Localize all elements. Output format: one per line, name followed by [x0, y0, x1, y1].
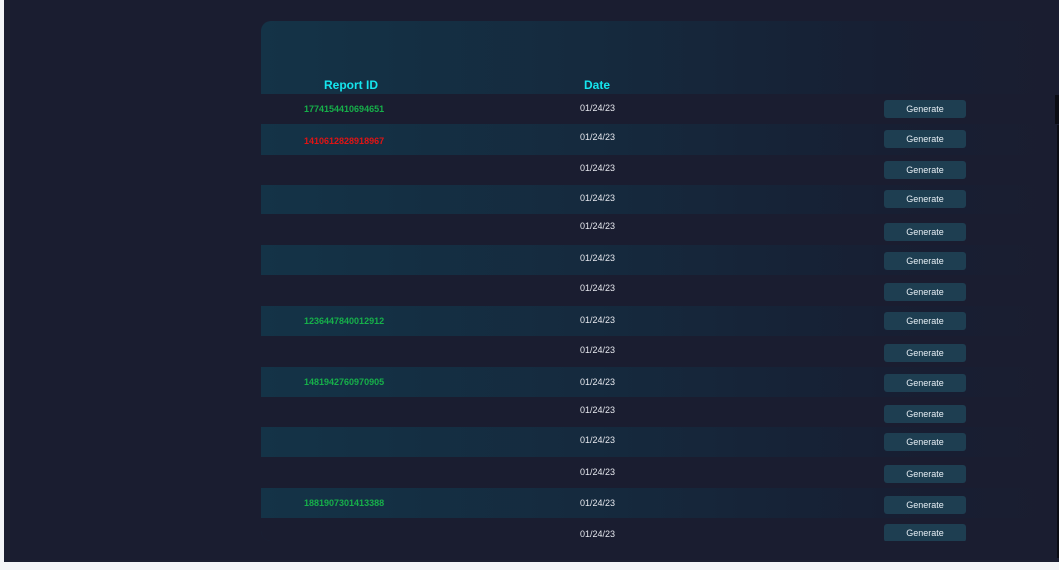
generate-button[interactable]: Generate — [884, 161, 966, 179]
report-id-cell: 1410612828918967 — [304, 136, 385, 146]
column-header-report-id: Report ID — [324, 78, 378, 92]
table-row: 01/24/23 Generate — [261, 336, 1059, 367]
generate-button[interactable]: Generate — [884, 283, 966, 301]
scrollbar-mark — [1055, 95, 1059, 124]
date-cell: 01/24/23 — [580, 221, 616, 231]
report-id-cell: 1481942760970905 — [304, 377, 385, 387]
date-cell: 01/24/23 — [580, 163, 616, 173]
date-cell: 01/24/23 — [580, 253, 616, 263]
date-cell: 01/24/23 — [580, 405, 616, 415]
generate-button[interactable]: Generate — [884, 405, 966, 423]
table-row: 01/24/23 Generate — [261, 155, 1059, 185]
date-cell: 01/24/23 — [580, 193, 616, 203]
generate-button[interactable]: Generate — [884, 252, 966, 270]
report-id-cell: 1236447840012912 — [304, 316, 385, 326]
date-cell: 01/24/23 — [580, 132, 616, 142]
generate-button[interactable]: Generate — [884, 524, 966, 541]
table-row: 1236447840012912 01/24/23 Generate — [261, 306, 1059, 336]
app-window: Report ID Date 1774154410694651 01/24/23 G… — [4, 0, 1059, 562]
table-row: 01/24/23 Generate — [261, 185, 1059, 214]
table-row: 01/24/23 Generate — [261, 214, 1059, 245]
generate-button[interactable]: Generate — [884, 344, 966, 362]
table-header: Report ID Date — [261, 21, 1059, 94]
date-cell: 01/24/23 — [580, 345, 616, 355]
generate-button[interactable]: Generate — [884, 130, 966, 148]
generate-button[interactable]: Generate — [884, 190, 966, 208]
table-row: 01/24/23 Generate — [261, 275, 1059, 306]
generate-button[interactable]: Generate — [884, 223, 966, 241]
table-row: 1881907301413388 01/24/23 Generate — [261, 488, 1059, 518]
reports-table: Report ID Date 1774154410694651 01/24/23 G… — [261, 21, 1059, 541]
table-row: 01/24/23 Generate — [261, 457, 1059, 488]
date-cell: 01/24/23 — [580, 435, 616, 445]
table-row: 01/24/23 Generate — [261, 427, 1059, 457]
date-cell: 01/24/23 — [580, 377, 616, 387]
table-row: 1774154410694651 01/24/23 Generate — [261, 94, 1059, 124]
date-cell: 01/24/23 — [580, 103, 616, 113]
table-row: 1481942760970905 01/24/23 Generate — [261, 367, 1059, 397]
report-id-cell: 1881907301413388 — [304, 498, 385, 508]
generate-button[interactable]: Generate — [884, 465, 966, 483]
generate-button[interactable]: Generate — [884, 433, 966, 451]
generate-button[interactable]: Generate — [884, 374, 966, 392]
date-cell: 01/24/23 — [580, 467, 616, 477]
generate-button[interactable]: Generate — [884, 496, 966, 514]
report-id-cell: 1774154410694651 — [304, 104, 385, 114]
table-row: 01/24/23 Generate — [261, 518, 1059, 541]
date-cell: 01/24/23 — [580, 498, 616, 508]
date-cell: 01/24/23 — [580, 315, 616, 325]
table-row: 1410612828918967 01/24/23 Generate — [261, 125, 1059, 155]
date-cell: 01/24/23 — [580, 529, 616, 539]
date-cell: 01/24/23 — [580, 283, 616, 293]
generate-button[interactable]: Generate — [884, 100, 966, 118]
column-header-date: Date — [584, 78, 611, 92]
table-row: 01/24/23 Generate — [261, 397, 1059, 427]
generate-button[interactable]: Generate — [884, 312, 966, 330]
table-row: 01/24/23 Generate — [261, 245, 1059, 275]
